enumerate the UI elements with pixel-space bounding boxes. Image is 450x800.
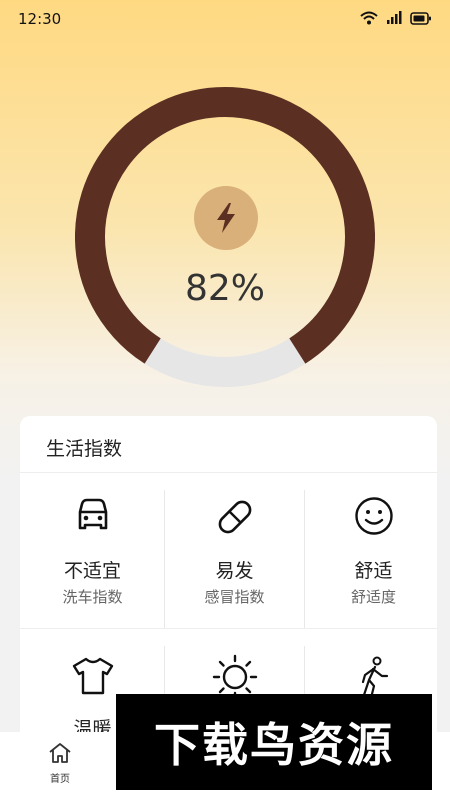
watermark-text: 下载鸟资源: [154, 718, 394, 772]
battery-percent: 82%: [184, 268, 265, 309]
tab-home[interactable]: 首页: [38, 742, 82, 785]
index-value: 不适宜: [63, 560, 121, 582]
watermark-banner: 下载鸟资源: [116, 694, 432, 790]
index-label: 感冒指数: [204, 588, 265, 606]
index-value: 舒适: [354, 560, 393, 582]
tshirt-icon: [23, 656, 162, 696]
card-title: 生活指数: [46, 438, 123, 460]
status-bar: 12:30: [0, 0, 450, 36]
battery-icon: [410, 10, 432, 29]
index-label: 洗车指数: [62, 588, 123, 606]
smile-icon: [304, 496, 443, 536]
lightning-icon: [194, 186, 258, 250]
pill-icon: [165, 496, 304, 538]
wifi-icon: [360, 10, 378, 29]
gauge-empty-arc: [144, 338, 306, 387]
index-value: 易发: [215, 560, 254, 582]
home-icon: [48, 743, 72, 768]
index-label: 舒适度: [350, 588, 396, 606]
tab-home-label: 首页: [50, 774, 70, 785]
car-icon: [23, 498, 162, 532]
status-time: 12:30: [18, 10, 62, 28]
signal-icon: [386, 10, 402, 29]
